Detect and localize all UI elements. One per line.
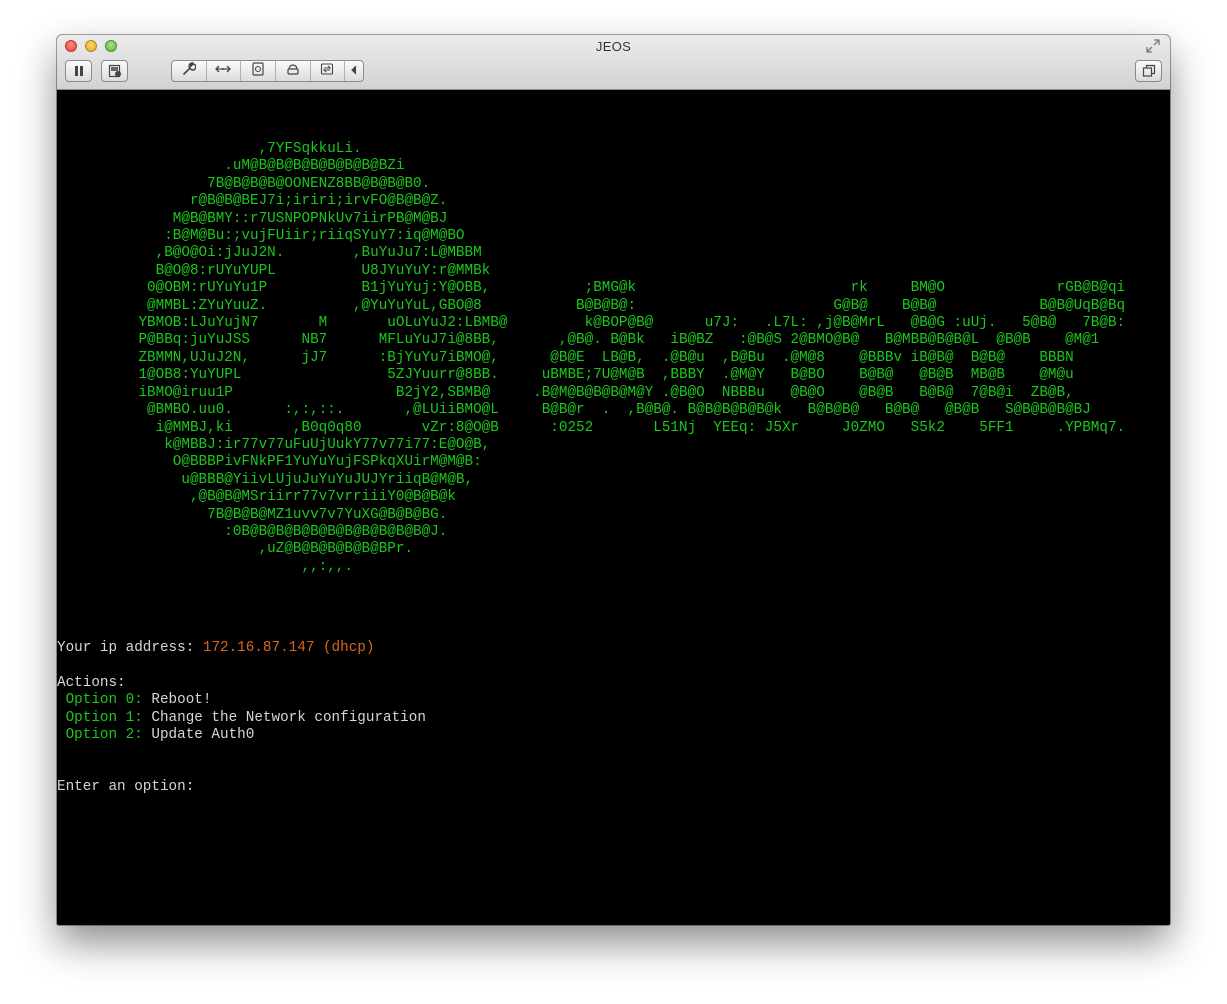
window-title: JEOS [595, 39, 632, 54]
ascii-art-line: 7B@B@B@MZ1uvv7v7YuXG@B@B@BG. [87, 506, 448, 523]
unity-button[interactable] [1135, 60, 1162, 82]
unity-icon [1142, 64, 1156, 78]
sync-icon [320, 62, 334, 81]
chevron-left-icon [350, 62, 358, 80]
ascii-art-line: ,uZ@B@B@B@B@B@BPr. [87, 541, 414, 558]
ascii-art-line: ,B@O@Oi:jJuJ2N. ,BuYuJu7:L@MBBM [87, 245, 482, 262]
wrench-icon [182, 61, 197, 81]
option-0-key: Option 0: [57, 692, 152, 709]
ascii-art-line: iBMO@iruu1P B2jY2,SBMB@ .B@M@B@B@B@M@Y .… [87, 384, 1074, 401]
ascii-art-line: @BMBO.uu0. :,:,::. ,@LUiiBMO@L B@B@r . ,… [87, 402, 1091, 419]
option-0-label: Reboot! [151, 692, 212, 709]
vm-tools-toolbar [171, 60, 364, 82]
ascii-art-logo: ,7YFSqkkuLi. .uM@B@B@B@B@B@B@B@BZi 7B@B@… [87, 141, 1125, 576]
collapse-toolbar-button[interactable] [345, 61, 363, 81]
ascii-art-line: .uM@B@B@B@B@B@B@B@BZi [87, 158, 405, 175]
ascii-art-line: 0@OBM:rUYuYu1P B1jYuYuj:Y@OBB, ;BMG@k rk… [87, 280, 1126, 297]
ascii-art-line: 7B@B@B@B@OONENZ8BB@B@B@B0. [87, 175, 431, 192]
ascii-art-line: O@BBBPivFNkPF1YuYuYujFSPkqXUirM@M@B: [87, 454, 482, 471]
network-arrows-icon [215, 62, 232, 80]
ascii-art-line: i@MMBJ,ki ,B0q0q80 vZr:8@O@B :0252 L51Nj… [87, 419, 1126, 436]
snapshot-icon [108, 64, 122, 78]
ascii-art-line: :0B@B@B@B@B@B@B@B@B@B@B@J. [87, 523, 448, 540]
ascii-art-line: :B@M@Bu:;vujFUiir;riiqSYuY7:iq@M@BO [87, 228, 465, 245]
snapshot-button[interactable] [101, 60, 128, 82]
ascii-art-line: k@MBBJ:ir77v77uFuUjUukY77v77i77:E@O@B, [87, 436, 491, 453]
ascii-art-line: 1@OB8:YuYUPL 5ZJYuurr@8BB. uBMBE;7U@M@B … [87, 367, 1074, 384]
ascii-art-line: YBMOB:LJuYujN7 M uOLuYuJ2:LBMB@ k@BOP@B@… [87, 315, 1126, 332]
option-1-label: Change the Network configuration [151, 709, 426, 726]
option-2-label: Update Auth0 [151, 727, 255, 744]
ascii-art-line: ZBMMN,UJuJ2N, jJ7 :BjYuYu7iBMO@, @B@E LB… [87, 349, 1074, 366]
option-1-key: Option 1: [57, 709, 152, 726]
settings-button[interactable] [172, 61, 207, 81]
vm-window: JEOS ,7YFSqkkuLi. .uM@B@B@B@B@B@B@B@BZi … [57, 35, 1170, 925]
window-titlebar: JEOS [57, 35, 1170, 90]
actions-label: Actions: [57, 674, 126, 691]
printer-icon [286, 62, 300, 81]
disk-icon [251, 61, 265, 81]
fullscreen-icon[interactable] [1146, 39, 1160, 53]
ascii-art-line: B@O@8:rUYuYUPL U8JYuYuY:r@MMBk [87, 262, 491, 279]
ascii-art-line: P@BBq:juYuJSS NB7 MFLuYuJ7i@8BB, ,@B@. B… [87, 332, 1100, 349]
ascii-art-line: ,@B@B@MSriirr77v7vrriiiY0@B@B@k [87, 489, 456, 506]
network-button[interactable] [207, 61, 242, 81]
ascii-art-line: u@BBB@YiivLUjuJuYuYuJUJYriiqB@M@B, [87, 471, 474, 488]
option-2-key: Option 2: [57, 727, 152, 744]
disk-button[interactable] [241, 61, 276, 81]
vm-console-screen[interactable]: ,7YFSqkkuLi. .uM@B@B@B@B@B@B@B@BZi 7B@B@… [57, 90, 1170, 925]
pause-icon [73, 65, 85, 77]
ascii-art-line: r@B@B@BEJ7i;iriri;irvFO@B@B@Z. [87, 193, 448, 210]
pause-button[interactable] [65, 60, 92, 82]
console-output: Your ip address: 172.16.87.147 (dhcp) Ac… [57, 640, 426, 797]
ascii-art-line: ,7YFSqkkuLi. [87, 141, 362, 157]
ip-label: Your ip address: [57, 640, 203, 656]
ascii-art-line: M@B@BMY::r7USNPOPNkUv7iirPB@M@BJ [87, 210, 448, 227]
ascii-art-line: @MMBL:ZYuYuuZ. ,@YuYuYuL,GBO@8 B@B@B@: G… [87, 297, 1126, 314]
ascii-art-line: ,,:,,. [87, 558, 353, 575]
option-prompt[interactable]: Enter an option: [57, 779, 194, 795]
sync-button[interactable] [311, 61, 346, 81]
ip-address-value: 172.16.87.147 (dhcp) [202, 640, 375, 656]
printer-button[interactable] [276, 61, 311, 81]
